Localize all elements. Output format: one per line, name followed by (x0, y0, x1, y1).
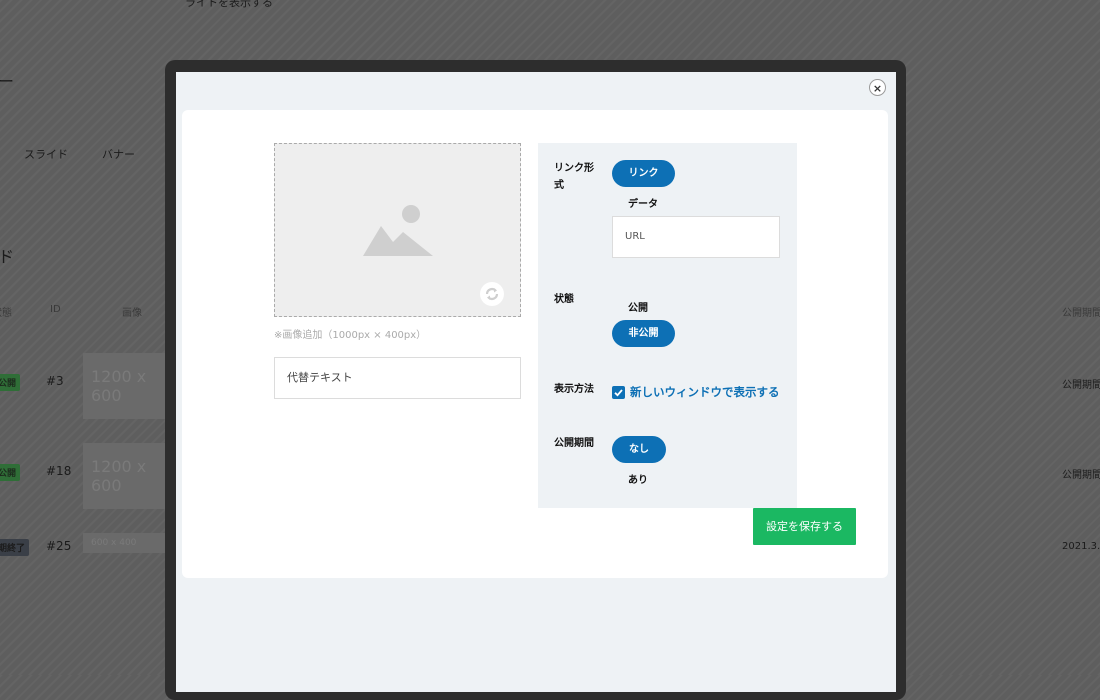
link-type-option-data[interactable]: データ (628, 195, 658, 210)
period-option-yes[interactable]: あり (628, 471, 648, 486)
bg-row-period: 公開期間 (1062, 470, 1100, 481)
period-label: 公開期間 (554, 438, 594, 449)
close-button[interactable]: × (869, 79, 886, 96)
refresh-icon[interactable] (480, 282, 504, 306)
bg-top-link: ライトを表示する (185, 0, 273, 9)
url-input[interactable]: URL (612, 216, 780, 258)
bg-col-id: ID (50, 304, 61, 315)
bg-status-badge: 公開 (0, 374, 21, 391)
new-window-checkbox[interactable] (612, 386, 625, 399)
bg-status-badge: 公開 (0, 464, 21, 481)
bg-row-period: 2021.3.2 (1062, 541, 1100, 552)
status-option-private[interactable]: 非公開 (612, 320, 675, 347)
bg-col-period: 公開期間 (1062, 308, 1100, 319)
alt-text-input[interactable]: 代替テキスト (274, 357, 521, 399)
new-window-checkbox-label[interactable]: 新しいウィンドウで表示する (630, 384, 780, 400)
bg-page-title: ー (0, 72, 15, 91)
check-icon (614, 389, 623, 397)
bg-status-badge: 期終了 (0, 539, 30, 556)
status-label: 状態 (554, 294, 574, 305)
bg-row-period: 公開期間 (1062, 380, 1100, 391)
bg-row-id: #18 (46, 464, 72, 478)
bg-col-status: 状態 (0, 308, 12, 319)
period-option-none[interactable]: なし (612, 436, 666, 463)
link-type-label: リンク形式 (554, 163, 594, 191)
image-placeholder-icon (363, 205, 433, 256)
link-type-option-link[interactable]: リンク (612, 160, 675, 187)
display-method-label: 表示方法 (554, 384, 594, 395)
status-option-public[interactable]: 公開 (628, 299, 648, 314)
bg-row-id: #25 (46, 539, 72, 553)
image-dropzone[interactable] (274, 143, 521, 317)
bg-row-id: #3 (46, 374, 64, 388)
bg-tab-banner: バナー (102, 148, 135, 161)
bg-col-image: 画像 (122, 308, 142, 319)
bg-tab-slide: スライド (24, 148, 68, 161)
bg-section-title: ド (0, 247, 15, 266)
save-settings-button[interactable]: 設定を保存する (753, 508, 856, 545)
image-size-note: ※画像追加（1000px × 400px） (274, 330, 427, 341)
